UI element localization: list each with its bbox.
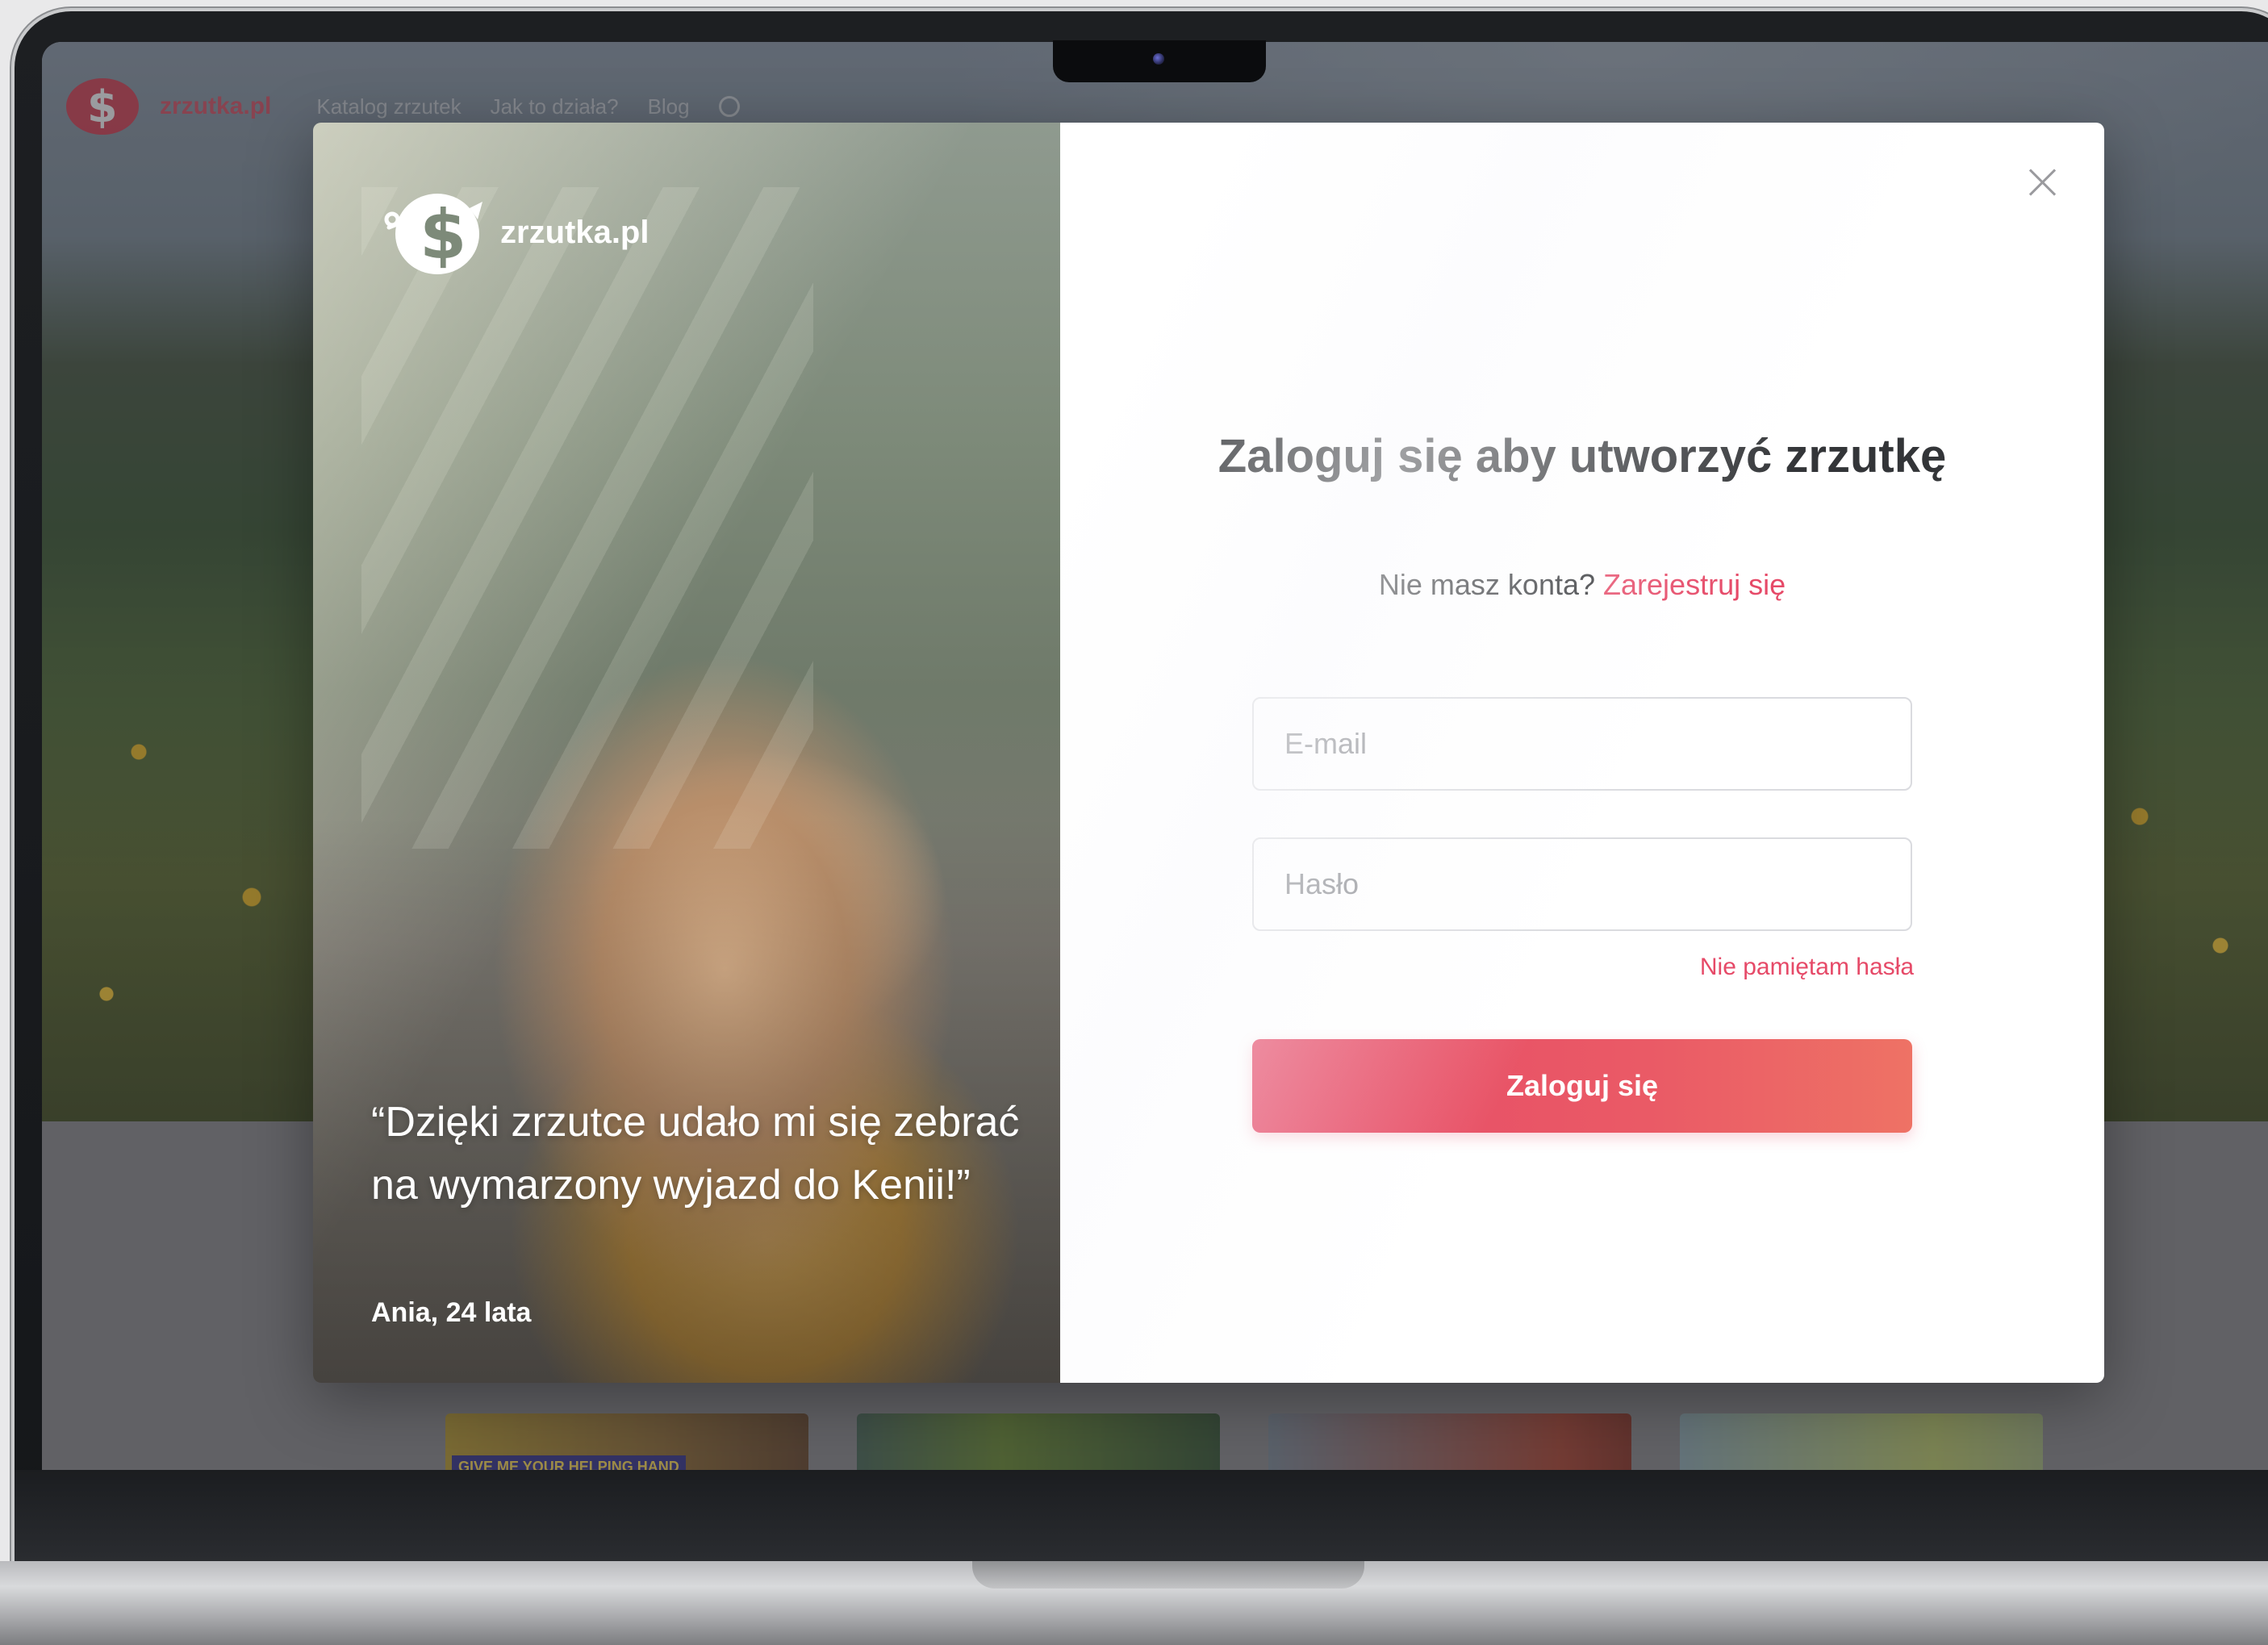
laptop-bezel-bottom	[15, 1470, 2268, 1561]
no-account-text: Nie masz konta?	[1378, 568, 1596, 601]
password-input[interactable]	[1252, 837, 1912, 931]
login-title: Zaloguj się aby utworzyć zrzutkę	[1218, 430, 1947, 482]
laptop-screen: zrzutka.pl Katalog zrzutek Jak to działa…	[42, 42, 2268, 1470]
login-modal: $ zrzutka.pl “Dzięki zrzutce udało mi si…	[313, 123, 2104, 1383]
testimonial-author: Ania, 24 lata	[371, 1297, 532, 1328]
login-button[interactable]: Zaloguj się	[1252, 1039, 1912, 1133]
modal-brand: zrzutka.pl	[500, 214, 649, 250]
forgot-password-link[interactable]: Nie pamiętam hasła	[1700, 954, 1914, 981]
close-icon[interactable]	[2025, 165, 2061, 200]
laptop-base-groove	[972, 1561, 1364, 1589]
email-input[interactable]	[1252, 697, 1912, 791]
camera-notch	[1053, 40, 1266, 82]
testimonial-panel: $ zrzutka.pl “Dzięki zrzutce udało mi si…	[313, 123, 1060, 1383]
register-prompt: Nie masz konta? Zarejestruj się	[1060, 568, 2104, 602]
camera-icon	[1153, 53, 1164, 65]
login-form-panel: Zaloguj się aby utworzyć zrzutkę Nie mas…	[1060, 123, 2104, 1383]
svg-text:$: $	[420, 195, 466, 274]
piggy-bank-logo-icon: $	[384, 194, 482, 274]
register-link[interactable]: Zarejestruj się	[1603, 568, 1786, 601]
testimonial-quote: “Dzięki zrzutce udało mi się zebrać na w…	[371, 1099, 1020, 1209]
laptop-base	[0, 1561, 2268, 1645]
modal-logo: $ zrzutka.pl	[373, 184, 649, 281]
